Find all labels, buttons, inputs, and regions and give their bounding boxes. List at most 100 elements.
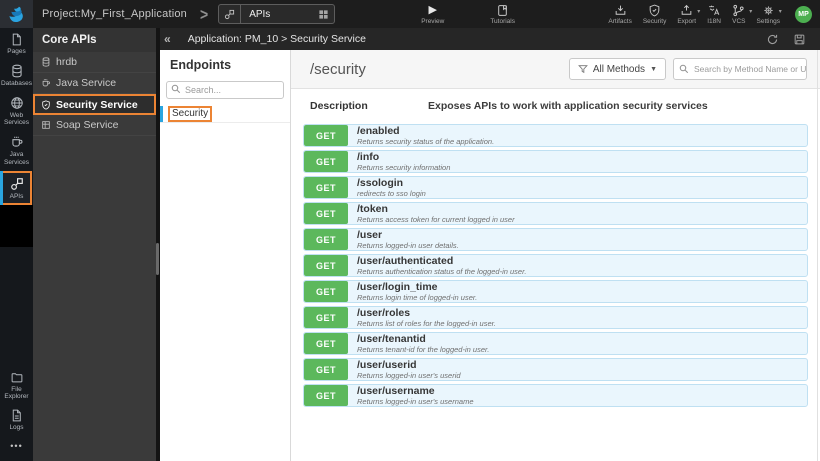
more-icon[interactable]: ••• [0,435,33,461]
endpoint-description: Returns logged-in user details. [357,240,459,250]
endpoint-path: /user/authenticated [357,255,454,267]
vcs-button[interactable]: ▾ VCS [732,4,752,25]
tutorials-button[interactable]: Tutorials [490,4,515,25]
wavemaker-logo-icon [9,6,23,22]
endpoint-row[interactable]: GET /user/tenantid Returns tenant-id for… [303,332,808,355]
endpoint-row[interactable]: GET /user/authenticated Returns authenti… [303,254,808,277]
endpoint-path: /enabled [357,125,400,137]
i18n-button[interactable]: I18N [707,4,721,25]
globe-icon [10,96,23,109]
project-name: Project:My_First_Application [42,8,187,20]
core-apis-item-java-service[interactable]: Java Service [33,73,156,94]
preview-label: Preview [421,17,445,25]
scrollbar-thumb[interactable] [156,243,159,275]
endpoint-path: /user [357,229,383,241]
endpoint-description: Returns login time of logged-in user. [357,292,478,302]
core-apis-item-security-service[interactable]: Security Service [33,94,156,115]
endpoints-search [166,80,284,99]
endpoint-description: Returns list of roles for the logged-in … [357,318,496,328]
methods-filter-dropdown[interactable]: All Methods ▼ [568,58,666,80]
tutorials-label: Tutorials [490,17,515,25]
chevron-right-icon: > [200,4,209,24]
endpoint-row[interactable]: GET /user/userid Returns logged-in user'… [303,358,808,381]
sidebar-item-apis[interactable]: APIs [0,170,32,205]
preview-button[interactable]: ▶ Preview [421,4,444,25]
sidebar-item-file-explorer[interactable]: File Explorer [0,366,33,405]
endpoint-group-label: Security [168,106,213,122]
endpoint-group-security[interactable]: Security [160,106,290,123]
artifacts-label: Artifacts [608,17,632,25]
translate-icon [707,4,721,17]
endpoint-row[interactable]: GET /user/login_time Returns login time … [303,280,808,303]
play-icon: ▶ [428,3,437,16]
vcs-label: VCS [732,17,746,25]
grid-icon[interactable] [318,9,329,20]
security-label: Security [642,17,667,25]
toolbar-icons [766,33,806,46]
coffee-icon [42,79,50,87]
endpoint-path: /user/userid [357,359,417,371]
method-badge: GET [304,177,348,198]
sidebar-item-pages[interactable]: Pages [0,28,33,59]
core-apis-item-label: Security Service [56,98,138,111]
sidebar-item-logs[interactable]: Logs [0,404,33,435]
refresh-icon [767,34,778,44]
caret-down-icon: ▾ [778,8,782,15]
method-badge: GET [304,229,348,250]
endpoint-path: /user/tenantid [357,333,426,345]
endpoint-row[interactable]: GET /info Returns security information [303,150,808,173]
endpoint-row[interactable]: GET /token Returns access token for curr… [303,202,808,225]
endpoint-description: Returns security information [357,162,451,172]
endpoint-row[interactable]: GET /user/roles Returns list of roles fo… [303,306,808,329]
method-badge: GET [304,151,348,172]
sidebar-item-label: APIs [9,192,24,200]
core-apis-item-label: hrdb [56,56,78,68]
core-apis-item-soap-service[interactable]: Soap Service [33,115,156,136]
security-button[interactable]: Security [643,4,666,25]
endpoint-row[interactable]: GET /ssologin redirects to sso login [303,176,808,199]
core-apis-item-hrdb[interactable]: hrdb [33,52,156,73]
sidebar-item-java-services[interactable]: Java Services [0,130,33,170]
app-logo[interactable] [0,0,33,28]
export-button[interactable]: ▾ Export [677,4,700,25]
description-value: Exposes APIs to work with application se… [428,100,708,112]
coffee-icon [11,136,22,147]
endpoint-path: /user/username [357,385,435,397]
apis-tab[interactable]: APIs [218,4,336,24]
application-toolbar: « Application: PM_10 > Security Service [160,28,820,50]
panel-gutter [156,28,160,461]
search-icon [679,64,689,74]
save-button[interactable] [793,33,806,46]
caret-down-icon: ▾ [697,8,701,15]
endpoints-search-input[interactable] [166,81,284,99]
topbar: Project:My_First_Application > APIs ▶ Pr… [0,0,820,28]
method-search-input[interactable] [673,58,807,80]
endpoint-row[interactable]: GET /enabled Returns security status of … [303,124,808,147]
shield-icon [648,4,661,17]
database-icon [11,64,22,78]
sidebar-item-databases[interactable]: Databases [0,59,33,91]
caret-down-icon: ▾ [749,8,753,15]
endpoint-row[interactable]: GET /user/username Returns logged-in use… [303,384,808,407]
sidebar-divider [0,204,33,247]
artifacts-button[interactable]: Artifacts [608,4,632,25]
core-apis-item-label: Soap Service [56,119,119,131]
method-badge: GET [304,281,348,302]
method-badge: GET [304,333,348,354]
sidebar-item-web-services[interactable]: Web Services [0,91,33,131]
endpoints-panel: Endpoints Security [160,50,291,461]
collapse-panel-icon[interactable]: « [164,32,171,46]
refresh-button[interactable] [766,33,779,46]
soap-icon [42,121,50,129]
user-avatar[interactable]: MP [795,5,812,23]
endpoint-path: /user/login_time [357,281,438,293]
left-sidebar: Pages Databases Web Services Java Servic… [0,28,33,461]
endpoint-row[interactable]: GET /user Returns logged-in user details… [303,228,808,251]
endpoint-list: GET /enabled Returns security status of … [303,124,808,407]
page-icon [12,33,21,46]
method-search [673,58,807,80]
settings-button[interactable]: ▾ Settings [756,4,782,25]
filter-icon [577,65,588,74]
settings-label: Settings [756,17,781,25]
apis-tab-label: APIs [249,8,271,20]
